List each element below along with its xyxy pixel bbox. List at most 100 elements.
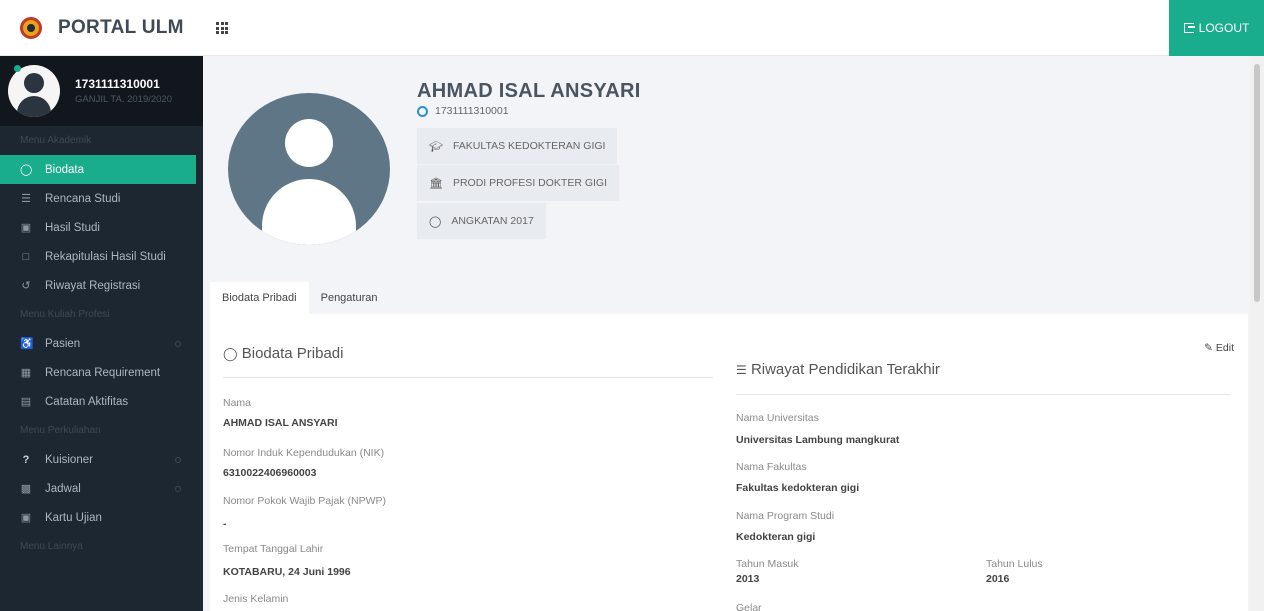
tahun-masuk-label: Tahun Masuk [736, 558, 799, 570]
gelar-label: Gelar [736, 602, 762, 611]
expand-indicator-icon [175, 340, 181, 347]
menu-section-akademik: Menu Akademik [20, 135, 92, 146]
npwp-value: - [223, 518, 227, 530]
logout-button[interactable]: LOGOUT [1169, 0, 1264, 56]
sidebar-item-riwayat-registrasi[interactable]: ↺ Riwayat Registrasi [0, 271, 203, 300]
menu-section-lainnya: Menu Lainnya [20, 541, 83, 552]
mortarboard-icon: ☰ [21, 193, 31, 205]
faculty-label: FAKULTAS KEDOKTERAN GIGI [452, 140, 606, 152]
program-label: PRODI PROFESI DOKTER GIGI [452, 177, 607, 189]
top-bar: PORTAL ULM LOGOUT [0, 0, 1264, 56]
sidebar-item-label: Rekapitulasi Hasil Studi [45, 250, 166, 263]
user-icon: ◯ [20, 164, 33, 176]
circle-icon [417, 105, 428, 117]
sidebar-item-label: Kuisioner [45, 453, 93, 466]
tahun-lulus-label: Tahun Lulus [986, 558, 1043, 570]
mortarboard-icon: ☰ [736, 363, 747, 377]
mortarboard-icon: 🎓︎ [429, 140, 443, 153]
edit-link[interactable]: ✎ Edit [1204, 342, 1234, 354]
sidebar-item-label: Kartu Ujian [45, 511, 102, 524]
faculty-tag: 🎓︎ FAKULTAS KEDOKTERAN GIGI [417, 128, 618, 164]
biodata-section-title: ◯ Biodata Pribadi [223, 345, 344, 362]
menu-section-profesi: Menu Kuliah Profesi [20, 309, 110, 320]
profile-tabs: Biodata Pribadi Pengaturan [210, 282, 390, 314]
sidebar-item-label: Riwayat Registrasi [45, 279, 141, 292]
nama-label: Nama [223, 397, 252, 409]
sidebar-profile: 1731111310001 GANJIL TA. 2019/2020 [0, 56, 203, 126]
npwp-label: Nomor Pokok Wajib Pajak (NPWP) [223, 495, 386, 507]
sidebar-item-label: Catatan Aktifitas [45, 395, 129, 408]
wheelchair-icon: ♿ [20, 338, 34, 350]
book-icon: ▤ [20, 396, 32, 408]
pencil-icon: ✎ [1204, 342, 1213, 354]
tab-pengaturan[interactable]: Pengaturan [309, 282, 390, 314]
sidebar-item-label: Pasien [45, 337, 81, 350]
sidebar-item-label: Biodata [45, 163, 85, 176]
program-tag: 🏛︎ PRODI PROFESI DOKTER GIGI [417, 165, 619, 201]
fakultas-label: Nama Fakultas [736, 461, 807, 473]
nik-value: 6310022406960003 [223, 467, 317, 479]
sidebar-item-label: Rencana Studi [45, 192, 121, 205]
sidebar-item-kartu-ujian[interactable]: ▣ Kartu Ujian [0, 503, 203, 532]
sidebar-item-rencana-studi[interactable]: ☰ Rencana Studi [0, 184, 203, 213]
logout-label: LOGOUT [1198, 21, 1250, 35]
sidebar-item-hasil-studi[interactable]: ▣ Hasil Studi [0, 213, 203, 242]
ttl-value: KOTABARU, 24 Juni 1996 [223, 566, 351, 578]
sidebar: 1731111310001 GANJIL TA. 2019/2020 Menu … [0, 56, 203, 611]
card-icon: ▣ [20, 512, 32, 524]
online-status-icon [14, 65, 21, 72]
sidebar-item-kuisioner[interactable]: ? Kuisioner [0, 445, 203, 474]
prodi-value: Kedokteran gigi [736, 531, 816, 543]
pendidikan-section-title: ☰ Riwayat Pendidikan Terakhir [736, 361, 940, 378]
brand-name: PORTAL ULM [58, 17, 184, 38]
nik-label: Nomor Induk Kependudukan (NIK) [223, 447, 385, 459]
divider [736, 394, 1230, 395]
student-name: AHMAD ISAL ANSYARI [417, 80, 641, 102]
tahun-lulus-value: 2016 [986, 573, 1010, 585]
nama-value: AHMAD ISAL ANSYARI [223, 417, 338, 429]
fakultas-value: Fakultas kedokteran gigi [736, 482, 860, 494]
calendar-icon: ▩ [20, 483, 32, 495]
sidebar-item-pasien[interactable]: ♿ Pasien [0, 329, 203, 358]
profile-avatar [228, 93, 390, 245]
brand[interactable]: PORTAL ULM [0, 0, 203, 56]
chart-icon: ▣ [20, 222, 32, 234]
ulm-logo-icon [20, 17, 42, 39]
sidebar-item-rencana-requirement[interactable]: ▦ Rencana Requirement [0, 358, 203, 387]
divider [223, 377, 713, 378]
angkatan-label: ANGKATAN 2017 [451, 215, 534, 227]
sidebar-item-jadwal[interactable]: ▩ Jadwal [0, 474, 203, 503]
main-content: AHMAD ISAL ANSYARI 1731111310001 🎓︎ FAKU… [203, 56, 1250, 611]
angkatan-tag: ◯ ANGKATAN 2017 [417, 203, 546, 239]
user-icon: ◯ [223, 346, 238, 361]
menu-section-perkuliahan: Menu Perkuliahan [20, 425, 101, 436]
student-nim: 1731111310001 [417, 105, 509, 117]
sidebar-item-label: Rencana Requirement [45, 366, 161, 379]
expand-indicator-icon [175, 456, 181, 463]
calendar-icon: ▦ [20, 367, 32, 379]
history-icon: ↺ [21, 280, 31, 292]
institution-icon: 🏛︎ [429, 177, 443, 190]
prodi-label: Nama Program Studi [736, 510, 835, 522]
apps-grid-icon[interactable] [216, 22, 228, 34]
scrollbar[interactable] [1250, 56, 1264, 611]
profile-semester: GANJIL TA. 2019/2020 [75, 94, 172, 105]
profile-id: 1731111310001 [75, 77, 160, 91]
avatar [8, 65, 60, 117]
sidebar-item-biodata[interactable]: ◯ Biodata [0, 155, 196, 184]
edit-label: Edit [1215, 342, 1234, 354]
sidebar-item-rekapitulasi[interactable]: □ Rekapitulasi Hasil Studi [0, 242, 203, 271]
sidebar-item-label: Jadwal [45, 482, 81, 495]
sidebar-item-catatan-aktifitas[interactable]: ▤ Catatan Aktifitas [0, 387, 203, 416]
logout-icon [1183, 23, 1195, 33]
scrollbar-thumb[interactable] [1254, 64, 1260, 302]
jenis-kelamin-label: Jenis Kelamin [223, 593, 289, 605]
tahun-masuk-value: 2013 [736, 573, 760, 585]
tab-biodata-pribadi[interactable]: Biodata Pribadi [210, 282, 309, 314]
question-icon: ? [22, 453, 30, 466]
univ-value: Universitas Lambung mangkurat [736, 434, 900, 446]
univ-label: Nama Universitas [736, 412, 819, 424]
biodata-panel: ✎ Edit ◯ Biodata Pribadi Nama AHMAD ISAL… [210, 314, 1248, 611]
ttl-label: Tempat Tanggal Lahir [223, 543, 324, 555]
clipboard-icon: □ [22, 250, 30, 263]
